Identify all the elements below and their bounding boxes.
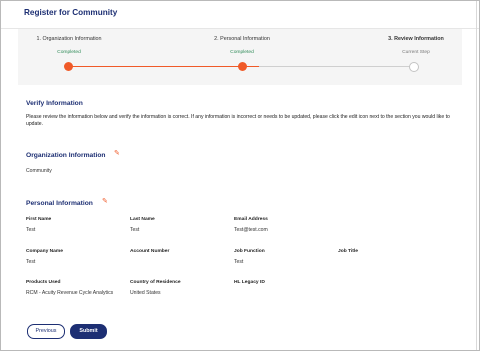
step-dot-current (409, 62, 419, 72)
verify-title: Verify Information (26, 100, 83, 107)
field-value-country: United States (130, 290, 161, 296)
field-label-last-name: Last Name (130, 217, 155, 222)
step-review: 3. Review Information Current Step (356, 36, 476, 55)
step-status: Completed (230, 50, 254, 55)
step-label: 3. Review Information (388, 36, 444, 42)
field-label-first-name: First Name (26, 217, 52, 222)
pencil-icon[interactable]: ✎ (114, 150, 122, 158)
previous-button[interactable]: Previous (27, 324, 65, 339)
field-label-job-title: Job Title (338, 249, 359, 254)
step-personal: 2. Personal Information Completed (182, 36, 302, 55)
step-dot-completed (238, 62, 247, 71)
field-label-hl-legacy-id: HL Legacy ID (234, 280, 265, 285)
field-label-job-function: Job Function (234, 249, 265, 254)
organization-section-title: Organization Information (26, 152, 106, 159)
registration-window: Register for Community 1. Organization I… (0, 0, 480, 351)
field-label-products-used: Products Used (26, 280, 61, 285)
submit-button[interactable]: Submit (70, 324, 107, 339)
field-value-company: Test (26, 259, 36, 265)
pencil-icon[interactable]: ✎ (102, 198, 110, 206)
personal-section-title: Personal Information (26, 200, 93, 207)
field-value-last-name: Test (130, 227, 140, 233)
step-label: 2. Personal Information (214, 36, 270, 42)
page-header: Register for Community (1, 1, 479, 29)
progress-track-remaining (259, 66, 414, 67)
step-status: Completed (57, 50, 81, 55)
field-label-account-number: Account Number (130, 249, 170, 254)
field-label-email: Email Address (234, 217, 268, 222)
progress-stepper: 1. Organization Information Completed 2.… (18, 29, 462, 85)
field-value-products-used: RCM - Acuity Revenue Cycle Analytics (26, 290, 114, 296)
step-status: Current Step (402, 50, 430, 55)
field-value-job-function: Test (234, 259, 244, 265)
scrollbar-track[interactable] (476, 1, 477, 350)
field-value-first-name: Test (26, 227, 36, 233)
field-label-company: Company Name (26, 249, 63, 254)
field-label-country: Country of Residence (130, 280, 181, 285)
field-value-email: Test@test.com (234, 227, 268, 233)
step-organization: 1. Organization Information Completed (9, 36, 129, 55)
verify-description: Please review the information below and … (26, 114, 450, 127)
page-title: Register for Community (24, 8, 118, 17)
organization-name: Community (26, 168, 52, 174)
step-dot-completed (64, 62, 73, 71)
step-label: 1. Organization Information (36, 36, 102, 42)
